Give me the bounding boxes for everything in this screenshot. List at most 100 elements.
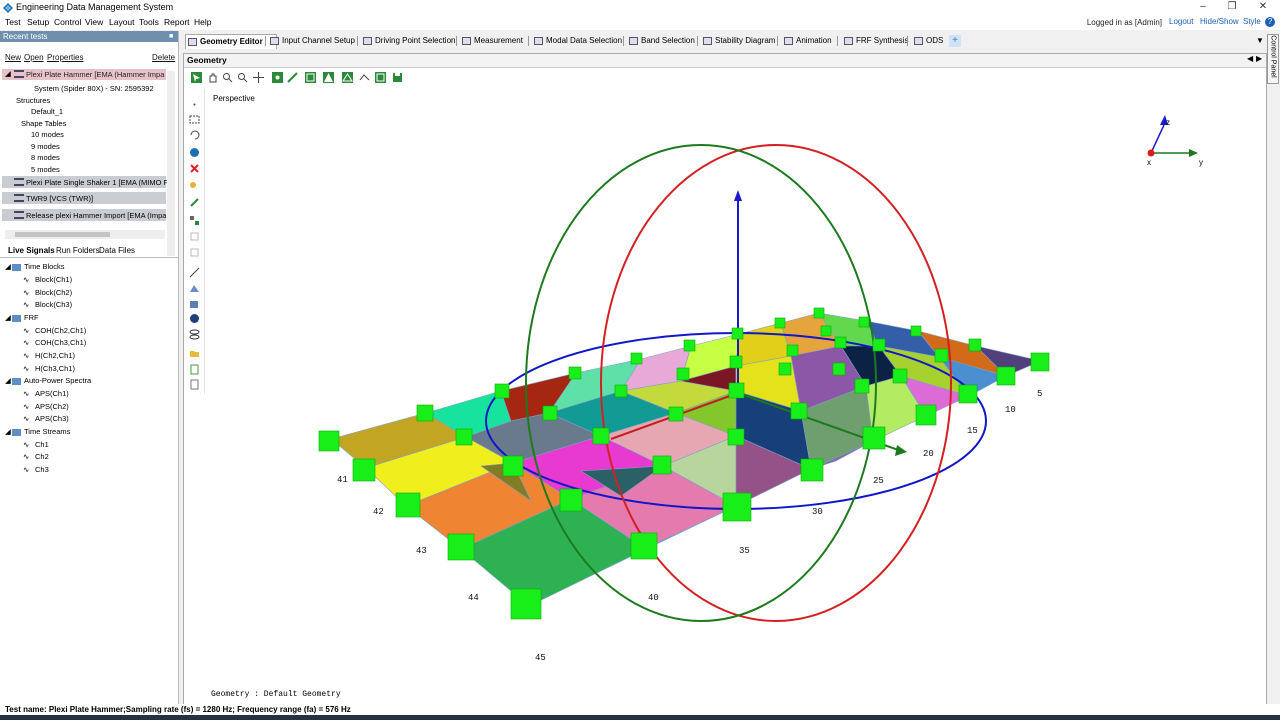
tab-stability-diagram[interactable]: Stability Diagram bbox=[701, 34, 787, 48]
help-icon[interactable]: ? bbox=[1265, 17, 1275, 27]
tab-measurement[interactable]: Measurement bbox=[460, 34, 538, 48]
menu-tools[interactable]: Tools bbox=[139, 17, 159, 27]
menu-view[interactable]: View bbox=[85, 17, 103, 27]
tree-group-auto-power-spectra[interactable]: Auto-Power Spectra bbox=[24, 376, 91, 385]
open-folder-icon[interactable] bbox=[189, 348, 200, 359]
move-icon[interactable] bbox=[253, 72, 264, 83]
new-link[interactable]: New bbox=[5, 53, 21, 62]
view-mode-label[interactable]: Perspective bbox=[213, 94, 255, 103]
add-tab-button[interactable]: + bbox=[949, 35, 961, 47]
menu-report[interactable]: Report bbox=[164, 17, 190, 27]
node-mode-icon[interactable] bbox=[272, 72, 283, 83]
style-button[interactable]: Style bbox=[1243, 17, 1261, 26]
delete-link[interactable]: Delete bbox=[152, 53, 175, 62]
rectangle-select-icon[interactable] bbox=[189, 114, 200, 125]
tree-item-h-ch2-ch1[interactable]: H(Ch2,Ch1) bbox=[35, 351, 75, 360]
tab-driving-point-selection[interactable]: Driving Point Selection bbox=[361, 34, 467, 48]
tree-item-aps-ch2[interactable]: APS(Ch2) bbox=[35, 402, 69, 411]
minimize-icon[interactable]: – bbox=[1196, 1, 1210, 12]
triangle-mode-icon[interactable] bbox=[323, 72, 334, 83]
delete-icon[interactable] bbox=[189, 163, 200, 174]
rotate-icon[interactable] bbox=[189, 129, 200, 140]
document-icon[interactable] bbox=[189, 379, 200, 390]
sphere-icon[interactable] bbox=[189, 313, 200, 324]
paste-icon[interactable] bbox=[189, 247, 200, 258]
shape-mode-icon[interactable] bbox=[342, 72, 353, 83]
recent-tests-hscrollbar[interactable] bbox=[5, 230, 165, 239]
tree-item-single-shaker[interactable]: Plexi Plate Single Shaker 1 [EMA (MIMO F bbox=[2, 176, 168, 188]
tree-item-shape-tables[interactable]: Shape Tables bbox=[21, 119, 66, 128]
menu-layout[interactable]: Layout bbox=[109, 17, 135, 27]
close-icon[interactable]: ✕ bbox=[1256, 1, 1270, 12]
tree-item-coh-ch2-ch1[interactable]: COH(Ch2,Ch1) bbox=[35, 326, 86, 335]
pin-icon[interactable]: ■ bbox=[169, 33, 173, 40]
grid-icon[interactable] bbox=[375, 72, 386, 83]
tree-item-system[interactable]: System (Spider 80X) - SN: 2595392 bbox=[34, 84, 154, 93]
tree-item-9-modes[interactable]: 9 modes bbox=[31, 142, 60, 151]
scroll-right-icon[interactable]: ▶ bbox=[1256, 54, 1262, 63]
tree-item-block-ch3[interactable]: Block(Ch3) bbox=[35, 300, 72, 309]
tree-item-5-modes[interactable]: 5 modes bbox=[31, 165, 60, 174]
recent-tests-scrollbar[interactable] bbox=[167, 71, 175, 256]
line-mode-icon[interactable] bbox=[287, 72, 298, 83]
globe-icon[interactable] bbox=[189, 147, 200, 158]
tree-group-frf[interactable]: FRF bbox=[24, 313, 39, 322]
tree-item-h-ch3-ch1[interactable]: H(Ch3,Ch1) bbox=[35, 364, 75, 373]
tree-item-aps-ch1[interactable]: APS(Ch1) bbox=[35, 389, 69, 398]
menu-help[interactable]: Help bbox=[194, 17, 211, 27]
tab-dropdown-icon[interactable]: ▼ bbox=[1256, 36, 1264, 45]
menu-setup[interactable]: Setup bbox=[27, 17, 49, 27]
tab-data-files[interactable]: Data Files bbox=[99, 246, 135, 255]
draw-line-icon[interactable] bbox=[189, 267, 200, 278]
geometry-canvas[interactable]: 5 10 15 20 25 30 35 40 41 42 43 44 45 z … bbox=[206, 104, 1264, 694]
import-icon[interactable] bbox=[189, 364, 200, 375]
hide-show-button[interactable]: Hide/Show bbox=[1200, 17, 1239, 26]
open-link[interactable]: Open bbox=[24, 53, 44, 62]
tree-item-ch2[interactable]: Ch2 bbox=[35, 452, 49, 461]
zoom-out-icon[interactable] bbox=[237, 72, 248, 83]
tree-item-8-modes[interactable]: 8 modes bbox=[31, 153, 60, 162]
control-panel-tab[interactable]: Control Panel bbox=[1267, 34, 1279, 84]
point-icon[interactable] bbox=[189, 99, 200, 110]
tree-group-time-streams[interactable]: Time Streams bbox=[24, 427, 70, 436]
tab-input-channel-setup[interactable]: Input Channel Setup bbox=[268, 34, 368, 48]
tree-item-ch3[interactable]: Ch3 bbox=[35, 465, 49, 474]
tree-item-release-plexi[interactable]: Release plexi Hammer Import [EMA (Impa bbox=[2, 209, 166, 221]
maximize-icon[interactable]: ❐ bbox=[1225, 1, 1239, 12]
zoom-in-icon[interactable] bbox=[222, 72, 233, 83]
tree-group-time-blocks[interactable]: Time Blocks bbox=[24, 262, 65, 271]
tree-item-twr9[interactable]: TWR9 [VCS (TWR)] bbox=[2, 192, 166, 204]
tree-item-block-ch2[interactable]: Block(Ch2) bbox=[35, 288, 72, 297]
tree-item-aps-ch3[interactable]: APS(Ch3) bbox=[35, 414, 69, 423]
tab-modal-data-selection[interactable]: Modal Data Selection bbox=[532, 34, 634, 48]
tree-item-coh-ch3-ch1[interactable]: COH(Ch3,Ch1) bbox=[35, 338, 86, 347]
tab-animation[interactable]: Animation bbox=[782, 34, 848, 48]
tree-item-10-modes[interactable]: 10 modes bbox=[31, 130, 64, 139]
scroll-left-icon[interactable]: ◀ bbox=[1247, 54, 1253, 63]
pan-icon[interactable] bbox=[207, 72, 218, 83]
search-node-icon[interactable] bbox=[189, 181, 200, 192]
cylinder-icon[interactable] bbox=[189, 329, 200, 340]
tree-item-default-1[interactable]: Default_1 bbox=[31, 107, 63, 116]
menu-control[interactable]: Control bbox=[54, 17, 81, 27]
box-icon[interactable] bbox=[189, 298, 200, 309]
tree-item-structures[interactable]: Structures bbox=[16, 96, 50, 105]
link-icon[interactable] bbox=[189, 197, 200, 208]
tree-item-plexi-plate-hammer[interactable]: ◢ Plexi Plate Hammer [EMA (Hammer Impa bbox=[2, 69, 166, 80]
menu-test[interactable]: Test bbox=[5, 17, 21, 27]
tree-item-block-ch1[interactable]: Block(Ch1) bbox=[35, 275, 72, 284]
logout-button[interactable]: Logout bbox=[1169, 17, 1193, 26]
tab-live-signals[interactable]: Live Signals bbox=[8, 246, 55, 255]
tab-band-selection[interactable]: Band Selection bbox=[627, 34, 707, 48]
mesh-icon[interactable] bbox=[189, 283, 200, 294]
tree-item-ch1[interactable]: Ch1 bbox=[35, 440, 49, 449]
select-icon[interactable] bbox=[191, 72, 202, 83]
surface-mode-icon[interactable] bbox=[305, 72, 316, 83]
tab-run-folders[interactable]: Run Folders bbox=[56, 246, 100, 255]
transform-icon[interactable] bbox=[189, 215, 200, 226]
properties-link[interactable]: Properties bbox=[47, 53, 83, 62]
connect-icon[interactable] bbox=[359, 72, 370, 83]
tab-geometry-editor[interactable]: Geometry Editor bbox=[185, 34, 277, 49]
save-icon[interactable] bbox=[392, 72, 403, 83]
copy-icon[interactable] bbox=[189, 231, 200, 242]
